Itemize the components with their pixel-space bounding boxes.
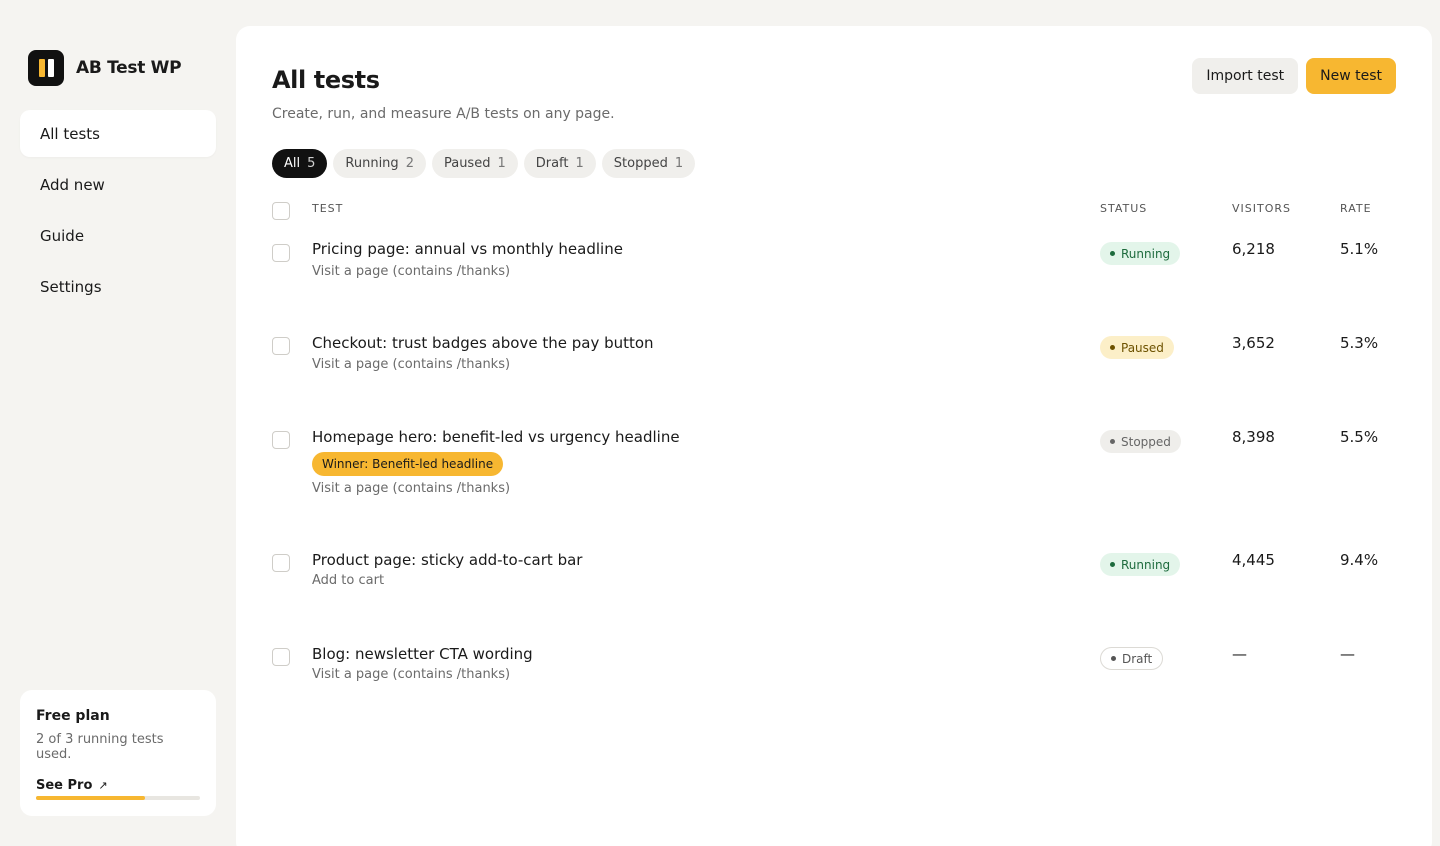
filter-label: All xyxy=(284,156,301,171)
brand[interactable]: AB Test WP xyxy=(28,50,182,86)
filter-draft[interactable]: Draft 1 xyxy=(523,149,596,178)
table-row[interactable]: Blog: newsletter CTA wording Visit a pag… xyxy=(272,645,1396,705)
filter-count: 5 xyxy=(307,156,316,171)
test-goal: Visit a page (contains /thanks) xyxy=(312,357,511,372)
plan-usage-fill xyxy=(36,796,146,800)
table-row[interactable]: Homepage hero: benefit-led vs urgency he… xyxy=(272,428,1396,512)
header-actions: Import test New test xyxy=(1192,58,1396,94)
status-badge: Draft xyxy=(1100,647,1164,670)
filter-stopped[interactable]: Stopped 1 xyxy=(601,149,696,178)
visitors-value: 4,445 xyxy=(1232,551,1275,569)
visitors-value: 8,398 xyxy=(1232,428,1275,446)
status-badge: Running xyxy=(1100,553,1181,576)
table-header: TEST STATUS VISITORS RATE xyxy=(272,198,1396,222)
filter-all[interactable]: All 5 xyxy=(272,149,328,178)
sidebar-nav: All tests Add new Guide Settings xyxy=(20,110,216,314)
logo-icon xyxy=(28,50,64,86)
status-label: Running xyxy=(1121,246,1171,261)
page-subtitle: Create, run, and measure A/B tests on an… xyxy=(272,106,615,122)
status-dot-icon xyxy=(1111,656,1116,661)
table-row[interactable]: Pricing page: annual vs monthly headline… xyxy=(272,240,1396,300)
status-label: Draft xyxy=(1122,651,1153,666)
filter-count: 1 xyxy=(497,156,506,171)
status-badge: Paused xyxy=(1100,336,1174,359)
filter-label: Running xyxy=(345,156,399,171)
sidebar: AB Test WP All tests Add new Guide Setti… xyxy=(0,0,236,846)
column-status: STATUS xyxy=(1100,202,1148,215)
test-title[interactable]: Blog: newsletter CTA wording xyxy=(312,645,533,663)
row-checkbox[interactable] xyxy=(272,648,290,666)
rate-value: 5.3% xyxy=(1340,334,1379,352)
status-label: Running xyxy=(1121,557,1171,572)
rate-value: — xyxy=(1340,645,1355,663)
filter-running[interactable]: Running 2 xyxy=(333,149,426,178)
status-dot-icon xyxy=(1110,439,1115,444)
plan-title: Free plan xyxy=(36,708,110,724)
rate-value: 9.4% xyxy=(1340,551,1379,569)
status-dot-icon xyxy=(1110,562,1115,567)
filter-label: Paused xyxy=(443,156,491,171)
row-checkbox[interactable] xyxy=(272,554,290,572)
filter-count: 1 xyxy=(674,156,684,171)
test-goal: Visit a page (contains /thanks) xyxy=(312,264,511,279)
rate-value: 5.5% xyxy=(1340,428,1379,446)
table-row[interactable]: Checkout: trust badges above the pay but… xyxy=(272,334,1396,394)
status-label: Paused xyxy=(1121,340,1164,355)
main-panel: All tests Create, run, and measure A/B t… xyxy=(236,26,1432,846)
arrow-up-right-icon: ↗ xyxy=(98,779,108,792)
status-badge: Running xyxy=(1100,242,1181,265)
row-checkbox[interactable] xyxy=(272,244,290,262)
tests-table: TEST STATUS VISITORS RATE Pricing page: … xyxy=(272,198,1396,682)
brand-name: AB Test WP xyxy=(76,58,182,78)
visitors-value: 3,652 xyxy=(1232,334,1275,352)
sidebar-item-guide[interactable]: Guide xyxy=(20,212,216,259)
column-rate: RATE xyxy=(1340,202,1372,215)
sidebar-item-all-tests[interactable]: All tests xyxy=(20,110,216,157)
status-filters: All 5 Running 2 Paused 1 Draft 1 Stopped… xyxy=(272,149,696,178)
filter-paused[interactable]: Paused 1 xyxy=(431,149,518,178)
column-visitors: VISITORS xyxy=(1232,202,1291,215)
visitors-value: — xyxy=(1232,645,1247,663)
row-checkbox[interactable] xyxy=(272,431,290,449)
winner-badge: Winner: Benefit-led headline xyxy=(312,452,504,476)
filter-label: Draft xyxy=(535,156,569,171)
import-test-button[interactable]: Import test xyxy=(1192,58,1299,94)
plan-description: 2 of 3 running tests used. xyxy=(36,732,164,762)
test-title[interactable]: Product page: sticky add-to-cart bar xyxy=(312,551,582,569)
plan-card: Free plan 2 of 3 running tests used. See… xyxy=(20,690,216,816)
sidebar-item-settings[interactable]: Settings xyxy=(20,263,216,310)
test-title[interactable]: Checkout: trust badges above the pay but… xyxy=(312,334,654,352)
sidebar-item-add-new[interactable]: Add new xyxy=(20,161,216,208)
test-title[interactable]: Homepage hero: benefit-led vs urgency he… xyxy=(312,428,680,446)
filter-label: Stopped xyxy=(613,156,668,171)
see-pro-label: See Pro xyxy=(36,778,93,793)
visitors-value: 6,218 xyxy=(1232,240,1275,258)
status-label: Stopped xyxy=(1121,434,1171,449)
plan-usage-bar xyxy=(36,796,200,800)
test-title[interactable]: Pricing page: annual vs monthly headline xyxy=(312,240,623,258)
status-dot-icon xyxy=(1110,345,1115,350)
status-dot-icon xyxy=(1110,251,1115,256)
column-test: TEST xyxy=(312,202,344,215)
filter-count: 1 xyxy=(575,156,584,171)
table-row[interactable]: Product page: sticky add-to-cart bar Add… xyxy=(272,551,1396,611)
test-goal: Visit a page (contains /thanks) xyxy=(312,481,511,496)
status-badge: Stopped xyxy=(1100,430,1181,453)
new-test-button[interactable]: New test xyxy=(1306,58,1396,94)
select-all-checkbox[interactable] xyxy=(272,202,290,220)
rate-value: 5.1% xyxy=(1340,240,1379,258)
see-pro-link[interactable]: See Pro ↗ xyxy=(36,778,200,793)
row-checkbox[interactable] xyxy=(272,337,290,355)
test-goal: Add to cart xyxy=(312,573,385,588)
filter-count: 2 xyxy=(405,156,414,171)
page-title: All tests xyxy=(272,66,380,94)
test-goal: Visit a page (contains /thanks) xyxy=(312,667,511,682)
